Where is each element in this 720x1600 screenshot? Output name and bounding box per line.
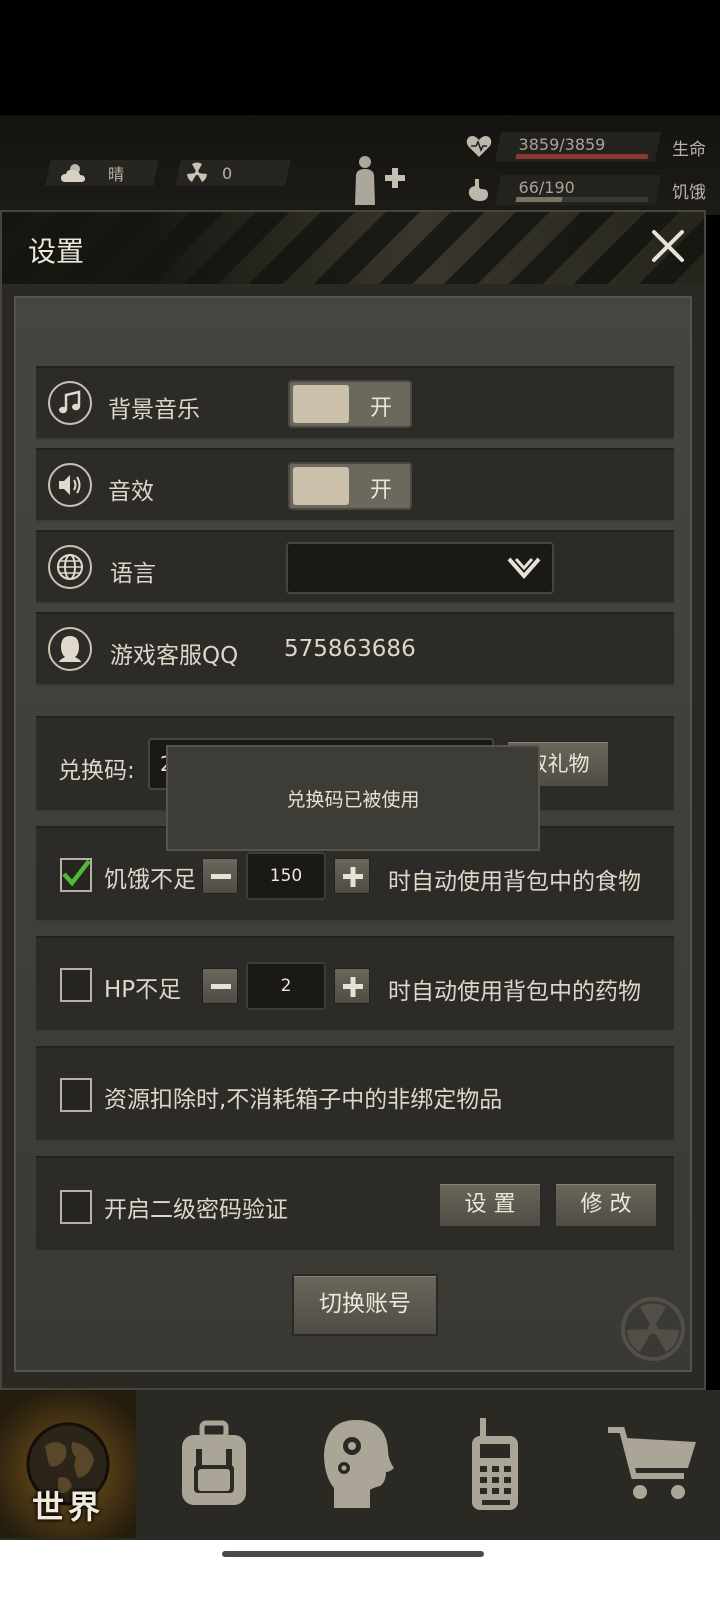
head-gears-icon — [324, 1420, 394, 1508]
food-minus-button[interactable] — [202, 858, 238, 894]
radio-icon — [472, 1418, 518, 1510]
home-indicator[interactable] — [222, 1551, 484, 1557]
weather-label: 晴 — [108, 165, 125, 184]
language-row: 语言 — [36, 530, 674, 604]
modify-password-button[interactable]: 修 改 — [554, 1182, 658, 1228]
nav-skills[interactable] — [290, 1390, 426, 1538]
sound-label: 音效 — [108, 479, 154, 505]
radiation-watermark-icon — [621, 1297, 685, 1361]
minus-icon — [211, 874, 231, 879]
checkmark-icon — [62, 859, 91, 887]
music-label: 背景音乐 — [108, 397, 200, 423]
hunger-label: 饥饿 — [672, 182, 706, 203]
auto-med-row: HP不足 2 时自动使用背包中的药物 — [36, 936, 674, 1032]
minus-icon — [211, 984, 231, 989]
globe-icon — [48, 545, 92, 589]
food-plus-button[interactable] — [334, 858, 370, 894]
backpack-icon — [182, 1420, 246, 1505]
auto-food-label: 饥饿不足 — [104, 867, 196, 893]
support-icon — [48, 627, 92, 671]
music-toggle[interactable]: 开 — [288, 380, 412, 428]
toggle-knob — [293, 467, 349, 505]
auto-med-label: HP不足 — [104, 977, 182, 1003]
system-bottom-area — [0, 1540, 720, 1600]
resource-option-checkbox[interactable] — [60, 1078, 92, 1112]
med-plus-button[interactable] — [334, 968, 370, 1004]
sound-row: 音效 开 — [36, 448, 674, 522]
toast-message: 兑换码已被使用 — [166, 745, 540, 851]
radiation-box: 0 — [175, 160, 291, 186]
weather-box: 晴 — [45, 160, 159, 186]
sound-toggle-state: 开 — [369, 478, 392, 503]
second-password-label: 开启二级密码验证 — [104, 1197, 288, 1223]
food-threshold-value[interactable]: 150 — [246, 852, 326, 900]
resource-option-row: 资源扣除时,不消耗箱子中的非绑定物品 — [36, 1046, 674, 1142]
hunger-row: 66/190 饥饿 — [466, 175, 712, 205]
auto-med-checkbox[interactable] — [60, 968, 92, 1002]
set-password-button[interactable]: 设 置 — [438, 1182, 542, 1228]
plus-icon — [343, 867, 363, 887]
resource-option-label: 资源扣除时,不消耗箱子中的非绑定物品 — [104, 1087, 503, 1113]
status-bar: 晴 0 3859/3859 生命 66/190 饥饿 — [0, 115, 720, 215]
radiation-icon — [187, 162, 207, 182]
language-label: 语言 — [110, 561, 156, 587]
plus-icon — [343, 977, 363, 997]
hp-bar-fill — [515, 154, 649, 159]
redeem-label: 兑换码: — [58, 758, 135, 784]
hp-label: 生命 — [672, 139, 706, 160]
cart-icon — [608, 1427, 696, 1499]
hp-value: 3859/3859 — [518, 135, 606, 154]
dialog-header: 设置 — [2, 212, 704, 284]
nav-radio[interactable] — [428, 1390, 564, 1538]
hp-row: 3859/3859 生命 — [466, 132, 712, 162]
hunger-value: 66/190 — [518, 178, 575, 197]
hunger-bar-fill — [515, 197, 563, 202]
cloud-sun-icon — [61, 164, 85, 182]
nav-shop[interactable] — [584, 1390, 720, 1538]
close-icon — [652, 230, 684, 262]
second-password-row: 开启二级密码验证 设 置 修 改 — [36, 1156, 674, 1252]
nav-world[interactable]: 世界 — [0, 1390, 136, 1538]
stomach-icon — [468, 179, 488, 201]
toast-text: 兑换码已被使用 — [286, 788, 420, 811]
support-row: 游戏客服QQ 575863686 — [36, 612, 674, 686]
auto-med-suffix: 时自动使用背包中的药物 — [388, 979, 641, 1005]
dialog-title: 设置 — [28, 235, 85, 268]
nav-backpack[interactable] — [146, 1390, 282, 1538]
auto-food-suffix: 时自动使用背包中的食物 — [388, 869, 641, 895]
chevron-down-icon — [507, 557, 541, 580]
second-password-checkbox[interactable] — [60, 1190, 92, 1224]
switch-account-button[interactable]: 切换账号 — [292, 1274, 438, 1336]
bottom-nav: 世界 — [0, 1390, 720, 1540]
nav-world-label: 世界 — [31, 1488, 104, 1526]
toggle-knob — [293, 385, 349, 423]
speaker-icon — [48, 463, 92, 507]
heart-icon — [466, 136, 492, 157]
radiation-value: 0 — [222, 163, 233, 183]
music-toggle-state: 开 — [369, 396, 392, 421]
support-label: 游戏客服QQ — [110, 643, 239, 669]
music-row: 背景音乐 开 — [36, 366, 674, 440]
sound-toggle[interactable]: 开 — [288, 462, 412, 510]
med-minus-button[interactable] — [202, 968, 238, 1004]
med-threshold-value[interactable]: 2 — [246, 962, 326, 1010]
support-qq-value: 575863686 — [284, 636, 416, 662]
language-dropdown[interactable] — [286, 542, 554, 594]
auto-food-checkbox[interactable] — [60, 858, 92, 892]
music-note-icon — [48, 381, 92, 425]
body-plus-icon — [355, 156, 405, 205]
body-status-button[interactable] — [350, 155, 410, 209]
close-button[interactable] — [648, 226, 688, 266]
